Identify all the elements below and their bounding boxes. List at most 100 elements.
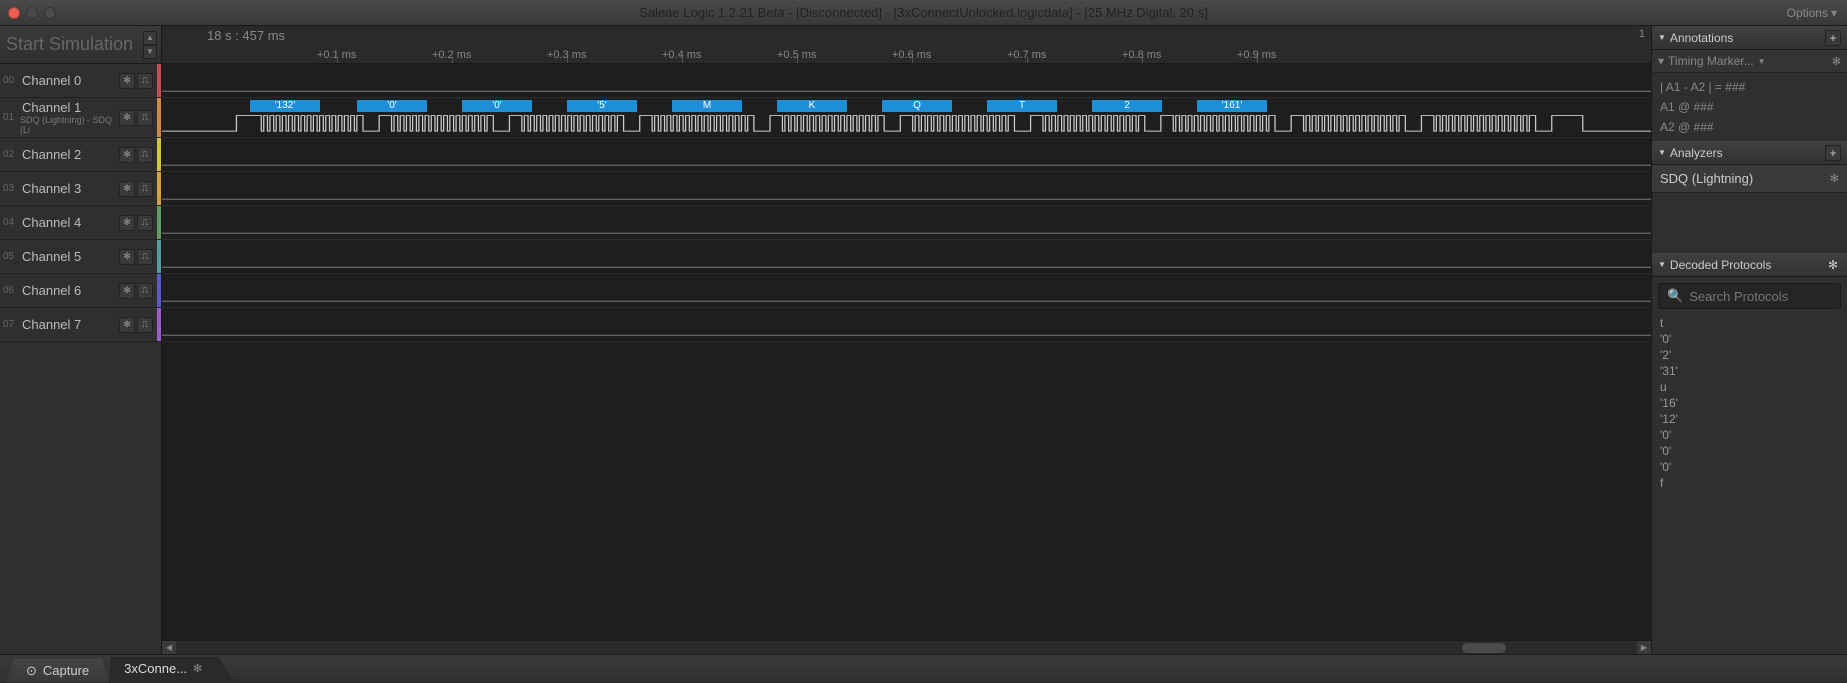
gear-icon[interactable]: ✻ [1825,257,1841,273]
marker-a1: A1 @ ### [1660,97,1839,117]
gear-icon[interactable]: ✻ [119,73,135,89]
waveform-row[interactable]: '132' '0' '0' '5' M K Q T 2 '161' [162,98,1651,138]
trigger-icon[interactable]: ⎍ [137,147,153,163]
decoded-item[interactable]: '0' [1660,331,1839,347]
decoded-item[interactable]: '0' [1660,443,1839,459]
start-simulation-button[interactable]: Start Simulation ▲ ▼ [0,26,161,64]
add-analyzer-button[interactable]: + [1825,145,1841,161]
gear-icon[interactable]: ✻ [119,283,135,299]
decoded-item[interactable]: '0' [1660,459,1839,475]
channel-color-bar [157,308,161,341]
decode-label[interactable]: '132' [250,100,320,112]
marker-diff: | A1 - A2 | = ### [1660,77,1839,97]
analyzer-item[interactable]: SDQ (Lightning)✻ [1652,165,1847,193]
gear-icon[interactable]: ✻ [119,215,135,231]
minimize-window-icon[interactable] [26,7,38,19]
channel-color-bar [157,206,161,239]
trigger-icon[interactable]: ⎍ [137,249,153,265]
gear-icon[interactable]: ✻ [193,662,202,675]
waveform-row[interactable] [162,240,1651,274]
scroll-left-button[interactable]: ◀ [162,641,176,655]
cursor-time: 18 s : 457 ms [207,28,285,43]
channel-color-bar [157,172,161,205]
channel-row[interactable]: 02 Channel 2 ✻ ⎍ [0,138,161,172]
channel-color-bar [157,240,161,273]
waveform-row[interactable] [162,64,1651,98]
decode-label[interactable]: '161' [1197,100,1267,112]
analyzers-header[interactable]: ▼ Analyzers + [1652,141,1847,165]
trigger-icon[interactable]: ⎍ [137,73,153,89]
channel-name: Channel 0 [20,73,119,88]
channel-row[interactable]: 04 Channel 4 ✻ ⎍ [0,206,161,240]
trigger-icon[interactable]: ⎍ [137,110,153,126]
decoded-item[interactable]: '0' [1660,427,1839,443]
annotations-header[interactable]: ▼ Annotations + [1652,26,1847,50]
channel-number: 02 [0,149,20,160]
decode-label[interactable]: T [987,100,1057,112]
channel-row[interactable]: 03 Channel 3 ✻ ⎍ [0,172,161,206]
waveform-row[interactable] [162,172,1651,206]
decoded-item[interactable]: '12' [1660,411,1839,427]
decode-label[interactable]: K [777,100,847,112]
decode-label[interactable]: '0' [462,100,532,112]
waveform-row[interactable] [162,138,1651,172]
gear-icon[interactable]: ✻ [119,317,135,333]
waveform-row[interactable] [162,308,1651,342]
channel-number: 07 [0,319,20,330]
sim-up-button[interactable]: ▲ [143,31,157,45]
channel-row[interactable]: 07 Channel 7 ✻ ⎍ [0,308,161,342]
gear-icon[interactable]: ✻ [1832,55,1841,68]
search-protocols-input[interactable]: 🔍 Search Protocols [1658,283,1841,309]
decode-label[interactable]: '0' [357,100,427,112]
gear-icon[interactable]: ✻ [119,249,135,265]
channel-color-bar [157,274,161,307]
horizontal-scrollbar[interactable]: ◀ ▶ [162,640,1651,654]
gear-icon[interactable]: ✻ [119,110,135,126]
waveform-row[interactable] [162,274,1651,308]
channel-color-bar [157,64,161,97]
channel-number: 05 [0,251,20,262]
timing-marker-pair[interactable]: ▾ Timing Marker... ▼ ✻ [1652,50,1847,73]
decode-label[interactable]: '5' [567,100,637,112]
decoded-item[interactable]: '2' [1660,347,1839,363]
right-time-marker: 1 [1639,28,1645,40]
decode-label[interactable]: 2 [1092,100,1162,112]
tab-file[interactable]: 3xConne... ✻ [110,657,233,681]
maximize-window-icon[interactable] [44,7,56,19]
window-title: Saleae Logic 1.2.21 Beta - [Disconnected… [639,5,1208,20]
add-annotation-button[interactable]: + [1825,30,1841,46]
trigger-icon[interactable]: ⎍ [137,215,153,231]
gear-icon[interactable]: ✻ [119,181,135,197]
channel-row[interactable]: 00 Channel 0 ✻ ⎍ [0,64,161,98]
gear-icon[interactable]: ✻ [1830,172,1839,185]
decode-label[interactable]: M [672,100,742,112]
channel-row[interactable]: 05 Channel 5 ✻ ⎍ [0,240,161,274]
gear-icon[interactable]: ✻ [119,147,135,163]
trigger-icon[interactable]: ⎍ [137,283,153,299]
titlebar: Saleae Logic 1.2.21 Beta - [Disconnected… [0,0,1847,26]
decoded-item[interactable]: '31' [1660,363,1839,379]
tab-capture[interactable]: ⊙ Capture [6,659,110,683]
options-button[interactable]: Options ▾ [1777,6,1847,20]
trigger-icon[interactable]: ⎍ [137,181,153,197]
decoded-protocols-header[interactable]: ▼ Decoded Protocols ✻ [1652,253,1847,277]
decoded-item[interactable]: t [1660,315,1839,331]
waveform-view[interactable]: 18 s : 457 ms 1 +0.1 ms+0.2 ms+0.3 ms+0.… [162,26,1651,654]
scroll-thumb[interactable] [1462,643,1506,653]
scroll-right-button[interactable]: ▶ [1637,641,1651,655]
channel-name: Channel 5 [20,249,119,264]
collapse-icon: ▼ [1658,33,1666,42]
decode-label[interactable]: Q [882,100,952,112]
channel-color-bar [157,98,161,137]
decoded-item[interactable]: '16' [1660,395,1839,411]
channel-row[interactable]: 06 Channel 6 ✻ ⎍ [0,274,161,308]
channel-analyzer-label: SDQ (Lightning) - SDQ (Li [20,115,119,135]
close-window-icon[interactable] [8,7,20,19]
waveform-row[interactable] [162,206,1651,240]
decoded-item[interactable]: f [1660,475,1839,491]
channel-number: 04 [0,217,20,228]
trigger-icon[interactable]: ⎍ [137,317,153,333]
channel-row[interactable]: 01 Channel 1 SDQ (Lightning) - SDQ (Li ✻… [0,98,161,138]
sim-down-button[interactable]: ▼ [143,45,157,59]
decoded-item[interactable]: u [1660,379,1839,395]
